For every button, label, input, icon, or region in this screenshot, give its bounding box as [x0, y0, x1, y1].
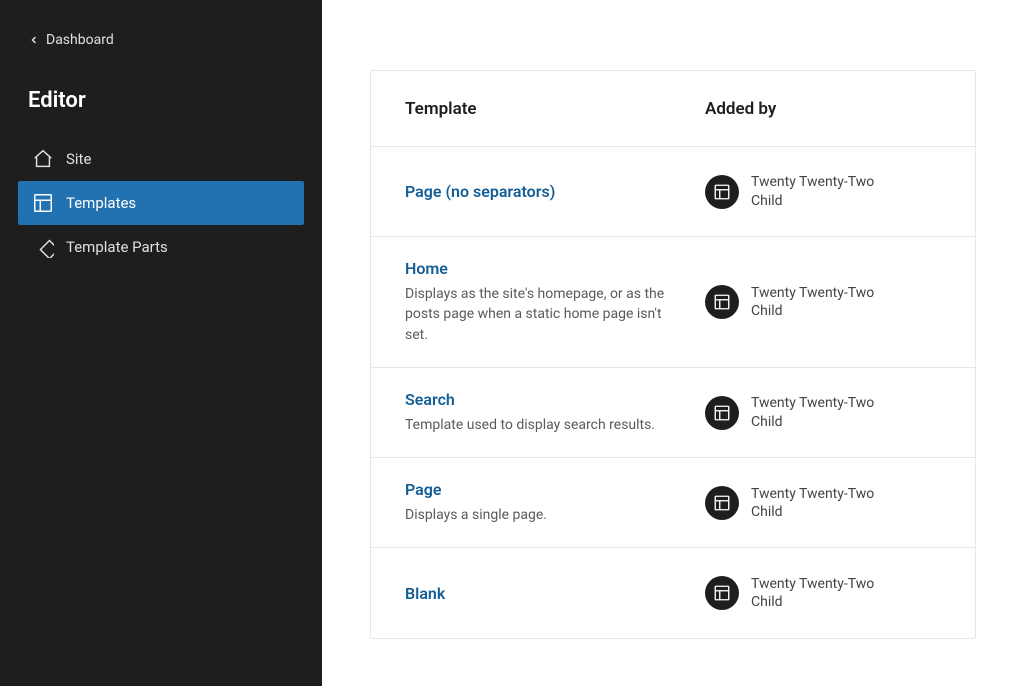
template-link[interactable]: Search [405, 390, 455, 409]
template-description: Template used to display search results. [405, 415, 671, 435]
templates-table: Template Added by Page (no separators) T… [370, 70, 976, 639]
table-row: Page (no separators) Twenty Twenty-Two C… [371, 147, 975, 237]
theme-avatar [705, 396, 739, 430]
template-link[interactable]: Blank [405, 584, 445, 603]
theme-avatar [705, 175, 739, 209]
main-content: Template Added by Page (no separators) T… [322, 0, 1024, 686]
nav-label: Site [66, 150, 91, 168]
table-row: Blank Twenty Twenty-Two Child [371, 548, 975, 638]
nav-item-template-parts[interactable]: Template Parts [18, 225, 304, 269]
table-row: Search Template used to display search r… [371, 368, 975, 458]
layout-icon [713, 183, 731, 201]
layout-icon [713, 293, 731, 311]
theme-name: Twenty Twenty-Two Child [751, 173, 881, 209]
template-link[interactable]: Home [405, 259, 448, 278]
layout-icon [713, 404, 731, 422]
theme-name: Twenty Twenty-Two Child [751, 394, 881, 430]
back-label: Dashboard [46, 32, 114, 48]
nav-label: Template Parts [66, 238, 168, 256]
theme-avatar [705, 285, 739, 319]
back-to-dashboard[interactable]: Dashboard [0, 24, 322, 64]
nav-item-site[interactable]: Site [18, 137, 304, 181]
theme-avatar [705, 486, 739, 520]
template-description: Displays a single page. [405, 505, 671, 525]
chevron-left-icon [28, 34, 40, 46]
theme-avatar [705, 576, 739, 610]
theme-name: Twenty Twenty-Two Child [751, 485, 881, 521]
sidebar-nav: Site Templates Template Parts [0, 137, 322, 269]
theme-name: Twenty Twenty-Two Child [751, 575, 881, 611]
theme-name: Twenty Twenty-Two Child [751, 284, 881, 320]
layout-icon [713, 494, 731, 512]
layout-icon [32, 192, 54, 214]
template-link[interactable]: Page [405, 480, 441, 499]
nav-item-templates[interactable]: Templates [18, 181, 304, 225]
layout-icon [713, 584, 731, 602]
col-header-addedby: Added by [705, 77, 975, 141]
template-description: Displays as the site's homepage, or as t… [405, 284, 671, 345]
table-row: Home Displays as the site's homepage, or… [371, 237, 975, 368]
col-header-template: Template [371, 77, 705, 141]
home-icon [32, 148, 54, 170]
diamond-icon [32, 236, 54, 258]
page-title: Editor [0, 64, 322, 137]
template-link[interactable]: Page (no separators) [405, 182, 555, 201]
table-row: Page Displays a single page. Twenty Twen… [371, 458, 975, 548]
table-header-row: Template Added by [371, 71, 975, 147]
nav-label: Templates [66, 194, 136, 212]
sidebar: Dashboard Editor Site Templates Template… [0, 0, 322, 686]
